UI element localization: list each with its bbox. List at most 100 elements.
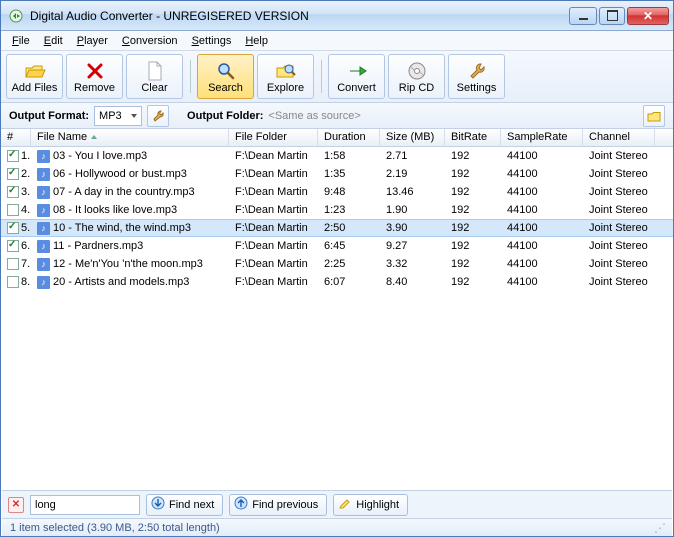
col-duration[interactable]: Duration: [318, 129, 380, 146]
status-text: 1 item selected (3.90 MB, 2:50 total len…: [10, 522, 220, 534]
size: 9.27: [380, 240, 445, 252]
samplerate: 44100: [501, 222, 583, 234]
menu-help[interactable]: Help: [238, 33, 275, 49]
file-folder: F:\Dean Martin: [229, 186, 318, 198]
row-number: 5.: [21, 222, 30, 234]
samplerate: 44100: [501, 186, 583, 198]
resize-grip[interactable]: ⋰: [654, 521, 664, 535]
file-name: 07 - A day in the country.mp3: [53, 186, 195, 198]
format-settings-button[interactable]: [147, 105, 169, 127]
menu-player[interactable]: Player: [70, 33, 115, 49]
music-file-icon: ♪: [37, 150, 50, 163]
row-number: 1.: [21, 150, 30, 162]
table-row[interactable]: 1.♪03 - You I love.mp3F:\Dean Martin1:58…: [1, 147, 673, 165]
file-name: 12 - Me'n'You 'n'the moon.mp3: [53, 258, 203, 270]
duration: 6:45: [318, 240, 380, 252]
row-checkbox[interactable]: [7, 240, 19, 252]
channel: Joint Stereo: [583, 222, 655, 234]
samplerate: 44100: [501, 240, 583, 252]
col-channel[interactable]: Channel: [583, 129, 655, 146]
file-folder: F:\Dean Martin: [229, 276, 318, 288]
output-format-label: Output Format:: [9, 110, 89, 122]
table-header: # File Name File Folder Duration Size (M…: [1, 129, 673, 147]
table-row[interactable]: 4.♪08 - It looks like love.mp3F:\Dean Ma…: [1, 201, 673, 219]
channel: Joint Stereo: [583, 240, 655, 252]
duration: 1:58: [318, 150, 380, 162]
table-row[interactable]: 5. ♪10 - The wind, the wind.mp3 F:\Dean Ma…: [1, 219, 673, 237]
browse-folder-button[interactable]: [643, 105, 665, 127]
output-folder-label: Output Folder:: [187, 110, 263, 122]
row-number: 6.: [21, 240, 30, 252]
row-checkbox[interactable]: [7, 150, 19, 162]
size: 2.71: [380, 150, 445, 162]
col-size[interactable]: Size (MB): [380, 129, 445, 146]
table-row[interactable]: 6.♪11 - Pardners.mp3F:\Dean Martin6:459.…: [1, 237, 673, 255]
table-row[interactable]: 7.♪12 - Me'n'You 'n'the moon.mp3F:\Dean …: [1, 255, 673, 273]
col-number[interactable]: #: [1, 129, 31, 146]
titlebar: Digital Audio Converter - UNREGISERED VE…: [1, 1, 673, 31]
menu-conversion[interactable]: Conversion: [115, 33, 185, 49]
row-number: 2.: [21, 168, 30, 180]
file-name: 11 - Pardners.mp3: [53, 240, 143, 252]
bitrate: 192: [445, 168, 501, 180]
bitrate: 192: [445, 222, 501, 234]
status-bar: 1 item selected (3.90 MB, 2:50 total len…: [2, 518, 672, 536]
remove-button[interactable]: Remove: [66, 54, 123, 99]
search-input[interactable]: [30, 495, 140, 515]
file-name: 10 - The wind, the wind.mp3: [53, 222, 191, 234]
size: 1.90: [380, 204, 445, 216]
samplerate: 44100: [501, 204, 583, 216]
col-bitrate[interactable]: BitRate: [445, 129, 501, 146]
output-format-select[interactable]: MP3: [94, 106, 142, 126]
row-checkbox[interactable]: [7, 276, 19, 288]
samplerate: 44100: [501, 276, 583, 288]
table-row[interactable]: 3.♪07 - A day in the country.mp3F:\Dean …: [1, 183, 673, 201]
duration: 2:25: [318, 258, 380, 270]
menu-edit[interactable]: Edit: [37, 33, 70, 49]
format-bar: Output Format: MP3 Output Folder: <Same …: [1, 103, 673, 129]
duration: 2:50: [318, 222, 380, 234]
file-folder: F:\Dean Martin: [229, 222, 318, 234]
bitrate: 192: [445, 258, 501, 270]
menu-file[interactable]: File: [5, 33, 37, 49]
search-bar: ✕ Find next Find previous Highlight: [2, 490, 672, 518]
convert-button[interactable]: Convert: [328, 54, 385, 99]
clear-button[interactable]: Clear: [126, 54, 183, 99]
row-number: 7.: [21, 258, 30, 270]
find-previous-button[interactable]: Find previous: [229, 494, 327, 516]
col-samplerate[interactable]: SampleRate: [501, 129, 583, 146]
settings-button[interactable]: Settings: [448, 54, 505, 99]
row-checkbox[interactable]: [7, 258, 19, 270]
file-folder: F:\Dean Martin: [229, 240, 318, 252]
explore-button[interactable]: Explore: [257, 54, 314, 99]
wrench-icon: [467, 60, 487, 82]
rip-cd-button[interactable]: Rip CD: [388, 54, 445, 99]
col-folder[interactable]: File Folder: [229, 129, 318, 146]
duration: 1:23: [318, 204, 380, 216]
maximize-button[interactable]: [599, 7, 625, 25]
table-row[interactable]: 8.♪20 - Artists and models.mp3F:\Dean Ma…: [1, 273, 673, 291]
output-folder-value: <Same as source>: [268, 110, 360, 122]
row-checkbox[interactable]: [7, 186, 19, 198]
col-filename[interactable]: File Name: [31, 129, 229, 146]
close-search-button[interactable]: ✕: [8, 497, 24, 513]
music-file-icon: ♪: [37, 222, 50, 235]
window-controls: ✕: [567, 7, 669, 25]
menubar: File Edit Player Conversion Settings Hel…: [1, 31, 673, 51]
app-icon: [8, 8, 24, 24]
highlight-button[interactable]: Highlight: [333, 494, 408, 516]
size: 3.32: [380, 258, 445, 270]
search-button[interactable]: Search: [197, 54, 254, 99]
file-name: 03 - You I love.mp3: [53, 150, 147, 162]
menu-settings[interactable]: Settings: [185, 33, 239, 49]
folder-open-icon: [24, 60, 46, 82]
table-row[interactable]: 2.♪06 - Hollywood or bust.mp3F:\Dean Mar…: [1, 165, 673, 183]
row-checkbox[interactable]: [7, 204, 19, 216]
add-files-button[interactable]: Add Files: [6, 54, 63, 99]
minimize-button[interactable]: [569, 7, 597, 25]
row-checkbox[interactable]: [7, 168, 19, 180]
find-next-button[interactable]: Find next: [146, 494, 223, 516]
close-button[interactable]: ✕: [627, 7, 669, 25]
size: 3.90: [380, 222, 445, 234]
row-checkbox[interactable]: [7, 222, 19, 234]
